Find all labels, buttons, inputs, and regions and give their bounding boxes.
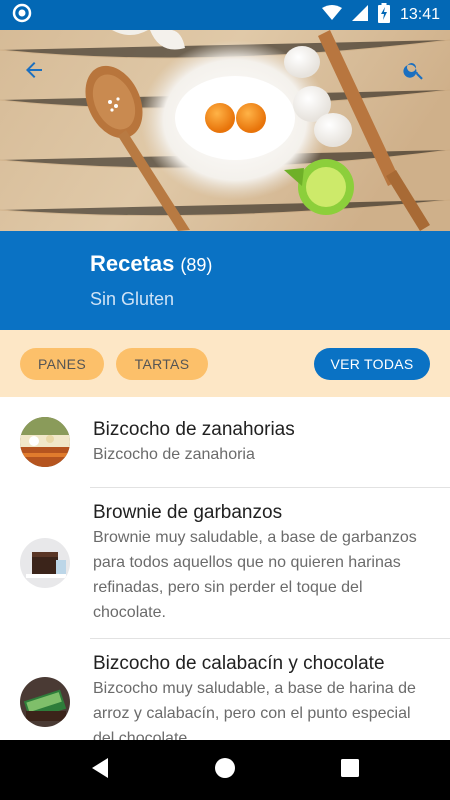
search-button[interactable]: [396, 52, 432, 88]
status-time: 13:41: [399, 6, 440, 23]
app-notification-icon: [12, 3, 32, 28]
recipe-thumbnail: [20, 538, 70, 588]
filter-chip-panes[interactable]: PANES: [20, 348, 104, 380]
filter-bar: PANES TARTAS VER TODAS: [0, 330, 450, 397]
nav-recents-button[interactable]: [339, 758, 361, 783]
recipe-title: Bizcocho de zanahorias: [93, 419, 295, 440]
recipe-description: Bizcocho muy saludable, a base de harina…: [93, 680, 416, 740]
home-circle-icon: [214, 757, 236, 784]
recipe-title: Brownie de garbanzos: [93, 502, 283, 523]
status-bar: 13:41: [0, 0, 450, 30]
view-all-button[interactable]: VER TODAS: [314, 348, 430, 380]
recipe-title: Bizcocho de calabacín y chocolate: [93, 653, 385, 674]
recipe-thumbnail: [20, 417, 70, 467]
hero-image: [0, 30, 450, 231]
filter-chip-tartas[interactable]: TARTAS: [116, 348, 208, 380]
page-title: Recetas: [90, 251, 175, 276]
list-item[interactable]: Brownie de garbanzos Brownie muy saludab…: [0, 488, 450, 639]
system-nav-bar: [0, 740, 450, 800]
recipe-description: Bizcocho de zanahoria: [93, 446, 255, 463]
back-button[interactable]: [16, 52, 52, 88]
search-icon: [402, 58, 426, 82]
wifi-icon: [321, 4, 342, 26]
back-triangle-icon: [90, 757, 110, 784]
category-header: Recetas (89) Sin Gluten: [0, 231, 450, 330]
list-item[interactable]: Bizcocho de zanahorias Bizcocho de zanah…: [0, 397, 450, 488]
nav-home-button[interactable]: [214, 757, 236, 784]
recipe-thumbnail: [20, 677, 70, 727]
nav-back-button[interactable]: [89, 757, 111, 784]
battery-charging-icon: [377, 2, 390, 28]
title-row: Recetas (89): [90, 251, 212, 277]
arrow-back-icon: [22, 58, 46, 82]
recipe-description: Brownie muy saludable, a base de garbanz…: [93, 529, 417, 621]
recents-square-icon: [340, 758, 360, 783]
category-subtitle: Sin Gluten: [90, 289, 175, 309]
recipe-count: (89): [180, 255, 213, 275]
list-item[interactable]: Bizcocho de calabacín y chocolate Bizcoc…: [0, 639, 450, 740]
recipe-list: Bizcocho de zanahorias Bizcocho de zanah…: [0, 397, 450, 740]
signal-icon: [351, 4, 368, 26]
